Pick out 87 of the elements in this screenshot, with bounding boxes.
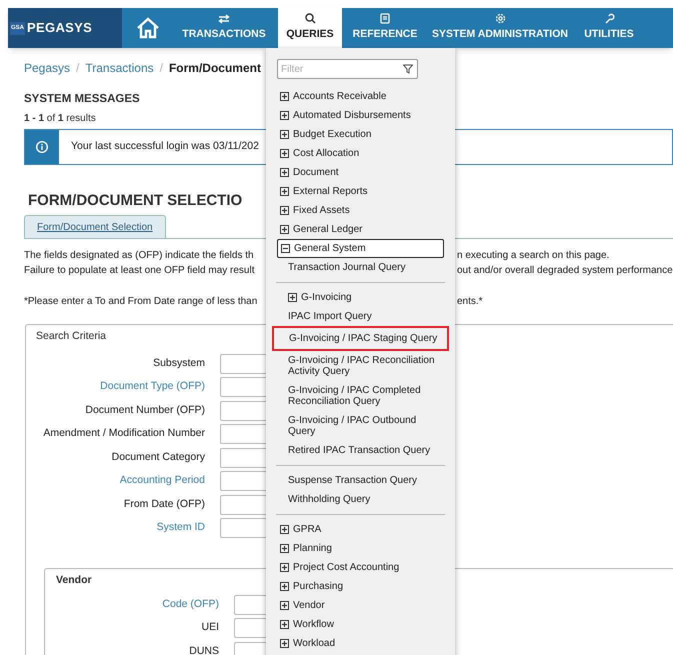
wrench-icon <box>604 13 614 24</box>
menu-item[interactable]: G-Invoicing / IPAC Outbound Query <box>266 411 455 441</box>
menu-item[interactable]: G-Invoicing / IPAC Staging Query <box>272 326 449 351</box>
info-icon <box>36 141 48 154</box>
filter-field[interactable]: Filter <box>277 59 418 79</box>
note-text: *Please enter a To and From Date range of less than <box>24 296 258 307</box>
field-label: DUNS <box>189 644 219 655</box>
menu-item[interactable]: Withholding Query <box>266 490 455 509</box>
expand-icon <box>280 168 289 177</box>
field-label: UEI <box>201 620 219 636</box>
note-text: Failure to populate at least one OFP field may result <box>24 265 254 276</box>
panel-title: Search Criteria <box>36 329 106 344</box>
menu-group[interactable]: External Reports <box>266 182 455 201</box>
field-label-link[interactable]: System ID <box>156 520 205 536</box>
results-count: 1 - 1 of 1 results <box>24 112 96 126</box>
note-text: ents.* <box>457 296 483 307</box>
menu-item[interactable]: IPAC Import Query <box>266 307 455 326</box>
breadcrumb-current: Form/Document <box>168 60 261 77</box>
menu-item[interactable]: Transaction Journal Query <box>266 258 455 277</box>
note-text: The fields designated as (OFP) indicate the fields th <box>24 250 254 260</box>
book-icon <box>380 13 390 24</box>
expand-icon <box>280 620 289 629</box>
field-label-link[interactable]: Document Type (OFP) <box>100 379 205 396</box>
field-label: Subsystem <box>153 356 205 371</box>
menu-group[interactable]: Vendor <box>266 596 455 615</box>
menu-group[interactable]: General System <box>277 239 444 258</box>
breadcrumb-separator: / <box>160 60 163 77</box>
logo-text: PEGASYS <box>27 19 92 38</box>
menu-item[interactable]: Suspense Transaction Query <box>266 471 455 490</box>
note-text: out and/or overall degraded system performance <box>457 265 673 276</box>
menu-group[interactable]: Fixed Assets <box>266 201 455 220</box>
nav-tab[interactable]: QUERIES <box>278 8 342 48</box>
expand-icon <box>280 130 289 139</box>
panel-title: Vendor <box>56 573 92 588</box>
field-label-link[interactable]: Code (OFP) <box>162 596 219 612</box>
menu-group[interactable]: GPRA <box>266 520 455 539</box>
nav-tab[interactable]: UTILITIES <box>576 8 642 48</box>
arrows-icon <box>218 14 230 24</box>
page-title: FORM/DOCUMENT SELECTIO <box>28 191 242 212</box>
nav-tab[interactable]: REFERENCE <box>348 8 422 48</box>
field-label: Document Number (OFP) <box>85 402 205 418</box>
expand-icon <box>280 601 289 610</box>
expand-icon <box>288 293 297 302</box>
field-label: Amendment / Modification Number <box>43 426 205 442</box>
menu-group[interactable]: Workflow <box>266 615 455 634</box>
tab[interactable]: Form/Document Selection <box>24 215 166 238</box>
field-label-link[interactable]: Accounting Period <box>120 473 205 490</box>
expand-icon <box>280 187 289 196</box>
menu-group[interactable]: G-Invoicing <box>266 288 455 307</box>
expand-icon <box>280 225 289 234</box>
search-icon <box>304 13 316 24</box>
menu-group[interactable]: Workload <box>266 634 455 653</box>
expand-icon <box>280 206 289 215</box>
field-label: Document Category <box>112 450 205 465</box>
expand-icon <box>280 111 289 120</box>
menu-group[interactable]: Planning <box>266 539 455 558</box>
menu-item[interactable]: Retired IPAC Transaction Query <box>266 441 455 460</box>
expand-icon <box>280 582 289 591</box>
menu-group[interactable]: Cost Allocation <box>266 144 455 163</box>
menu-group[interactable]: Budget Execution <box>266 125 455 144</box>
menu-group[interactable]: Automated Disbursements <box>266 106 455 125</box>
home-icon <box>136 17 160 39</box>
breadcrumb-link[interactable]: Transactions <box>85 59 154 77</box>
menu-group[interactable]: Accounts Receivable <box>266 87 455 106</box>
menu-group[interactable]: Document <box>266 163 455 182</box>
note-text: n executing a search on this page. <box>457 250 610 260</box>
expand-icon <box>280 149 289 158</box>
field-label: From Date (OFP) <box>124 496 205 512</box>
nav-tab[interactable]: SYSTEM ADMINISTRATION <box>426 8 574 48</box>
filter-icon <box>403 64 413 74</box>
message-text: Your last successful login was 03/11/202 <box>71 139 259 154</box>
breadcrumb-separator: / <box>76 60 80 77</box>
expand-icon <box>280 563 289 572</box>
section-heading: SYSTEM MESSAGES <box>24 92 140 107</box>
menu-group[interactable]: Purchasing <box>266 577 455 596</box>
expand-icon <box>280 544 289 553</box>
menu-group[interactable]: Project Cost Accounting <box>266 558 455 577</box>
collapse-icon <box>281 244 290 253</box>
menu-item[interactable]: G-Invoicing / IPAC Completed Reconciliation Query <box>266 381 455 411</box>
expand-icon <box>280 92 289 101</box>
gear-icon <box>494 13 506 24</box>
menu-group[interactable]: General Ledger <box>266 220 455 239</box>
menu-item[interactable]: G-Invoicing / IPAC Reconciliation Activity Query <box>266 351 455 381</box>
breadcrumb-link[interactable]: Pegasys <box>24 59 70 77</box>
nav-tab[interactable]: TRANSACTIONS <box>174 8 274 48</box>
expand-icon <box>280 639 289 648</box>
expand-icon <box>280 525 289 534</box>
